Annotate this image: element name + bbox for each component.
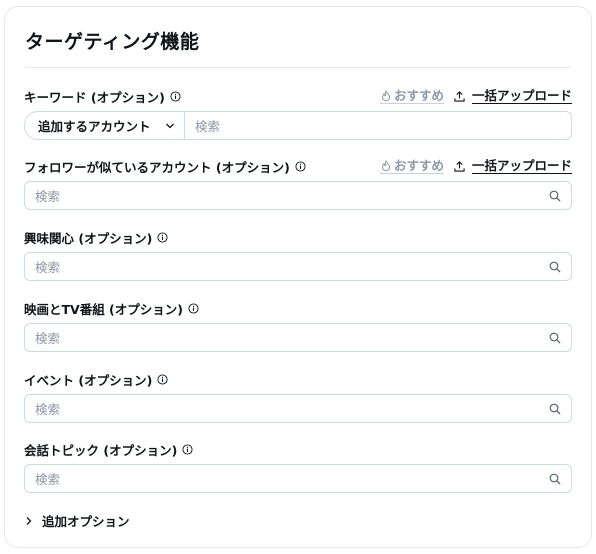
additional-options-toggle[interactable]: 追加オプション <box>24 511 130 530</box>
search-placeholder: 検索 <box>35 472 61 487</box>
title-divider <box>25 67 571 68</box>
sparkle-flame-icon <box>381 89 390 101</box>
recommend-link[interactable]: おすすめ <box>379 88 444 104</box>
bulk-upload-label: 一括アップロード <box>471 88 572 104</box>
recommend-label: おすすめ <box>393 88 444 103</box>
field-conversation-topics: 会話トピック (オプション) 検索 <box>24 439 572 493</box>
info-icon[interactable] <box>188 302 199 314</box>
upload-icon <box>454 90 465 102</box>
info-icon[interactable] <box>157 373 168 385</box>
keyword-search-input[interactable]: 検索 <box>185 116 220 135</box>
search-input[interactable]: 検索 <box>24 181 572 210</box>
search-placeholder: 検索 <box>35 260 61 275</box>
field-keywords: キーワード (オプション) おすすめ 一括アップロード 追加するアカウント 検索 <box>24 86 572 140</box>
keyword-input-group: 追加するアカウント 検索 <box>24 111 572 140</box>
search-input[interactable]: 検索 <box>24 464 572 493</box>
field-label: キーワード (オプション) <box>24 89 165 105</box>
search-input[interactable]: 検索 <box>24 252 572 281</box>
field-label: 興味関心 (オプション) <box>24 230 153 246</box>
bulk-upload-link[interactable]: 一括アップロード <box>454 88 572 104</box>
info-icon[interactable] <box>170 90 181 102</box>
search-placeholder: 検索 <box>35 402 61 417</box>
recommend-link[interactable]: おすすめ <box>379 158 444 174</box>
search-icon <box>549 403 561 415</box>
search-placeholder: 検索 <box>35 331 61 346</box>
field-label: イベント (オプション) <box>24 372 153 388</box>
field-follower-lookalikes: フォロワーが似ているアカウント (オプション) おすすめ 一括アップロード 検索 <box>24 156 572 210</box>
search-icon <box>549 261 561 273</box>
chevron-down-icon <box>165 123 174 128</box>
sparkle-flame-icon <box>381 159 390 171</box>
field-events: イベント (オプション) 検索 <box>24 369 572 423</box>
info-icon[interactable] <box>157 231 168 243</box>
search-input[interactable]: 検索 <box>24 394 572 423</box>
keyword-type-selected: 追加するアカウント <box>38 119 151 134</box>
info-icon[interactable] <box>295 160 306 172</box>
search-icon <box>549 190 561 202</box>
field-movies-tv: 映画とTV番組 (オプション) 検索 <box>24 298 572 352</box>
bulk-upload-label: 一括アップロード <box>471 158 572 174</box>
section-title: ターゲティング機能 <box>25 31 200 53</box>
field-label: フォロワーが似ているアカウント (オプション) <box>24 159 290 175</box>
search-icon <box>549 332 561 344</box>
chevron-right-icon <box>26 516 32 525</box>
keyword-type-select[interactable]: 追加するアカウント <box>25 112 185 139</box>
search-icon <box>549 473 561 485</box>
search-placeholder: 検索 <box>35 189 61 204</box>
upload-icon <box>454 160 465 172</box>
additional-options-label: 追加オプション <box>42 514 130 529</box>
info-icon[interactable] <box>182 443 193 455</box>
field-label: 映画とTV番組 (オプション) <box>24 301 183 317</box>
bulk-upload-link[interactable]: 一括アップロード <box>454 158 572 174</box>
field-interests: 興味関心 (オプション) 検索 <box>24 227 572 281</box>
search-input[interactable]: 検索 <box>24 323 572 352</box>
recommend-label: おすすめ <box>393 158 444 173</box>
field-label: 会話トピック (オプション) <box>24 442 178 458</box>
